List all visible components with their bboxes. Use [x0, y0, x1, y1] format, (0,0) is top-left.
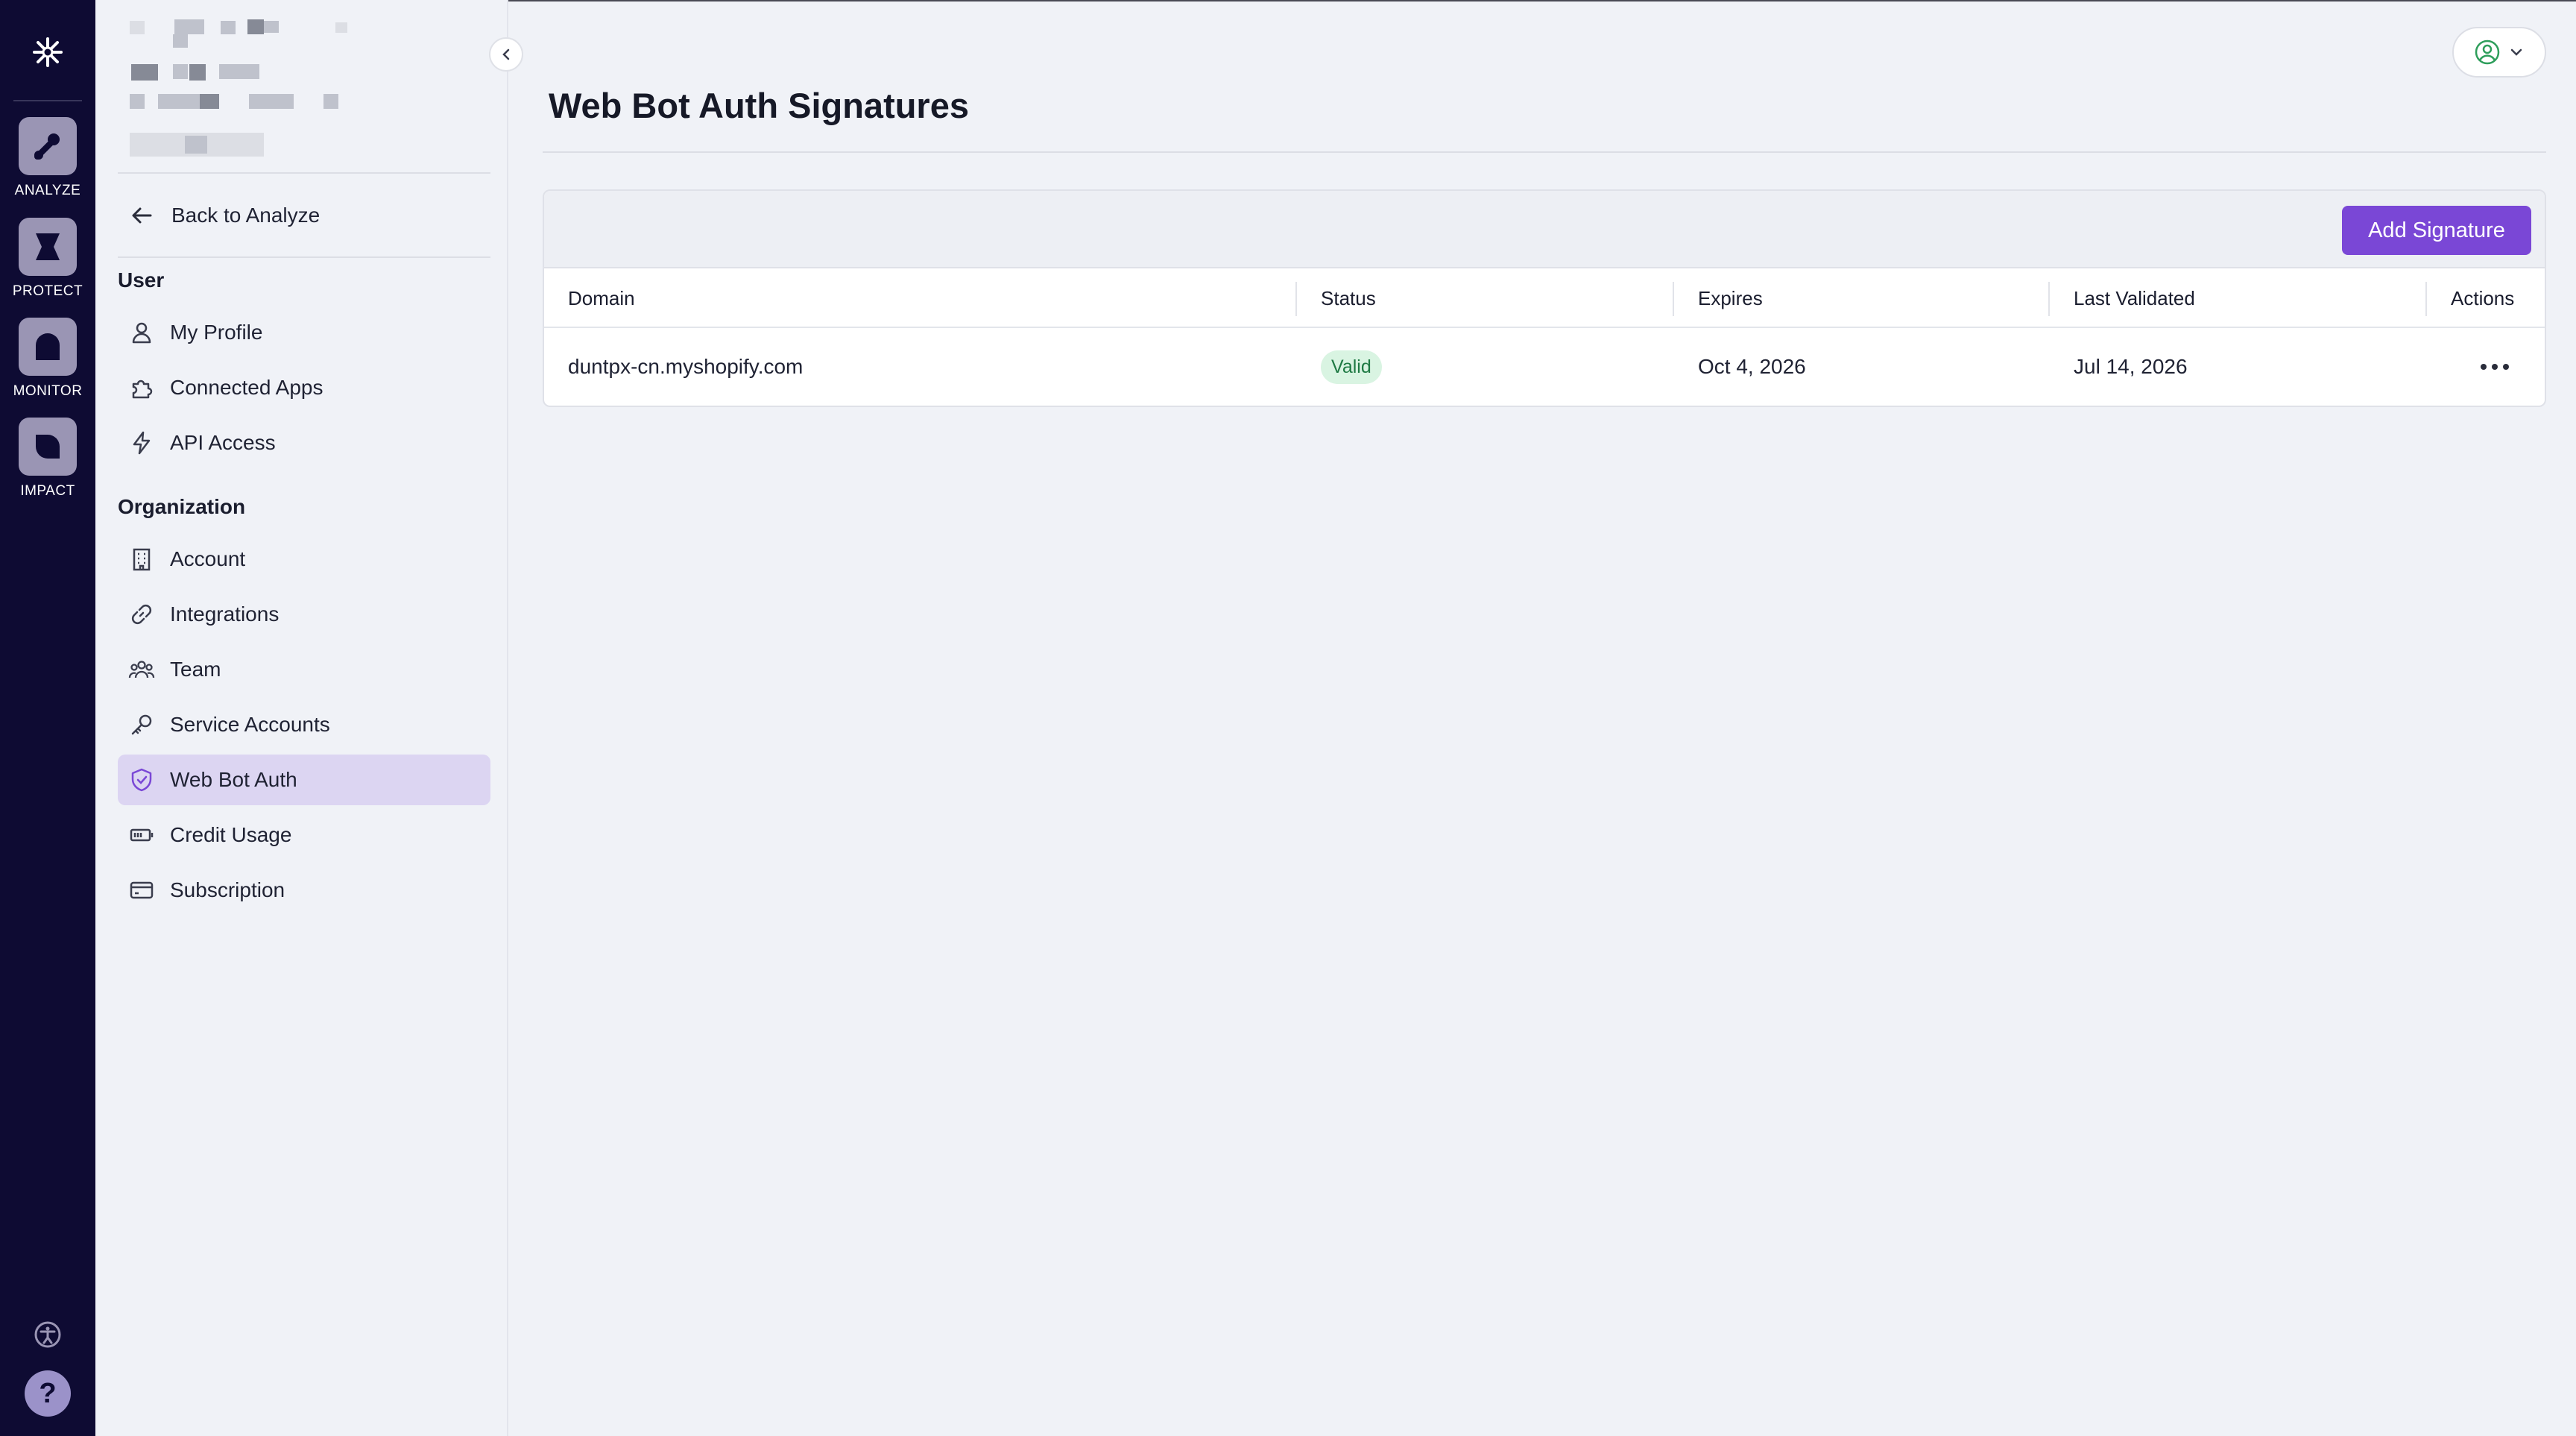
help-button[interactable]: ?	[25, 1370, 71, 1417]
sidebar-item-account[interactable]: Account	[118, 534, 490, 585]
key-icon	[128, 711, 155, 738]
sidebar-item-label: Web Bot Auth	[170, 768, 297, 791]
rail-item-analyze[interactable]: ANALYZE	[0, 117, 95, 214]
column-separator	[2425, 282, 2427, 316]
user-icon	[128, 319, 155, 346]
app-rail: ANALYZE PROTECT MONITOR IMPACT ?	[0, 0, 95, 1436]
column-header-last-validated[interactable]: Last Validated	[2074, 268, 2195, 328]
back-link-label: Back to Analyze	[171, 204, 321, 227]
card-icon	[128, 877, 155, 904]
arrow-left-icon	[132, 207, 152, 224]
table-row[interactable]: duntpx-cn.myshopify.com Valid Oct 4, 202…	[544, 328, 2545, 406]
signatures-table-card: Add Signature Domain Status Expires Last…	[543, 189, 2546, 407]
link-icon	[128, 601, 155, 628]
rail-label: MONITOR	[13, 383, 83, 399]
sidebar-item-label: Service Accounts	[170, 713, 330, 736]
section-title-user: User	[118, 268, 165, 292]
column-header-expires[interactable]: Expires	[1698, 268, 1763, 328]
collapse-sidebar-button[interactable]	[489, 37, 523, 72]
section-title-organization: Organization	[118, 495, 246, 518]
column-separator	[2048, 282, 2050, 316]
sidebar-item-api-access[interactable]: API Access	[118, 418, 490, 468]
rail-divider	[13, 100, 82, 101]
sidebar-item-subscription[interactable]: Subscription	[118, 865, 490, 916]
rail-item-monitor[interactable]: MONITOR	[0, 318, 95, 415]
sidebar-item-service-accounts[interactable]: Service Accounts	[118, 699, 490, 750]
sidebar-item-team[interactable]: Team	[118, 644, 490, 695]
rail-label: IMPACT	[20, 483, 75, 499]
sidebar-divider	[118, 256, 490, 258]
column-header-actions: Actions	[2451, 286, 2515, 309]
table-toolbar: Add Signature	[544, 191, 2545, 268]
chevron-down-icon	[2510, 48, 2522, 56]
column-header-status[interactable]: Status	[1321, 268, 1376, 328]
accessibility-icon[interactable]	[33, 1320, 63, 1350]
sidebar-item-connected-apps[interactable]: Connected Apps	[118, 362, 490, 413]
status-badge: Valid	[1321, 350, 1382, 384]
team-icon	[128, 656, 155, 683]
rail-label: ANALYZE	[14, 183, 81, 198]
more-horizontal-icon	[2481, 364, 2487, 370]
page-title: Web Bot Auth Signatures	[549, 86, 969, 125]
sidebar-item-label: Account	[170, 547, 246, 570]
battery-icon	[128, 822, 155, 848]
sidebar-item-my-profile[interactable]: My Profile	[118, 307, 490, 358]
sidebar-item-credit-usage[interactable]: Credit Usage	[118, 810, 490, 860]
sidebar-divider	[118, 172, 490, 174]
bolt-icon	[128, 429, 155, 456]
protect-icon	[19, 218, 77, 276]
top-border	[508, 0, 2576, 1]
sidebar-item-label: Subscription	[170, 878, 285, 901]
title-divider	[543, 151, 2546, 153]
cell-expires: Oct 4, 2026	[1698, 355, 1806, 378]
sidebar-item-label: API Access	[170, 431, 276, 454]
column-separator	[1295, 282, 1297, 316]
sidebar-item-label: Integrations	[170, 602, 280, 626]
back-to-analyze-link[interactable]: Back to Analyze	[118, 195, 490, 236]
column-separator	[1673, 282, 1674, 316]
rail-label: PROTECT	[12, 283, 83, 299]
cell-domain: duntpx-cn.myshopify.com	[568, 355, 804, 378]
rail-item-impact[interactable]: IMPACT	[0, 418, 95, 514]
brand-logo-icon[interactable]	[25, 30, 70, 75]
column-header-domain[interactable]: Domain	[568, 268, 635, 328]
sidebar-item-label: Credit Usage	[170, 823, 292, 846]
add-signature-button[interactable]: Add Signature	[2342, 206, 2531, 255]
puzzle-icon	[128, 374, 155, 401]
sidebar-item-label: Team	[170, 658, 221, 681]
sidebar-item-web-bot-auth[interactable]: Web Bot Auth	[118, 755, 490, 805]
impact-icon	[19, 418, 77, 476]
chevron-left-icon	[502, 48, 510, 60]
analyze-icon	[19, 117, 77, 175]
table-header: Domain Status Expires Last Validated Act…	[544, 268, 2545, 328]
rail-item-protect[interactable]: PROTECT	[0, 218, 95, 315]
user-menu-button[interactable]	[2452, 27, 2546, 78]
sidebar-item-label: My Profile	[170, 321, 263, 344]
building-icon	[128, 546, 155, 573]
row-actions-button[interactable]	[2481, 364, 2509, 370]
sidebar-item-label: Connected Apps	[170, 376, 323, 399]
shield-check-icon	[128, 766, 155, 793]
user-avatar-icon	[2475, 40, 2500, 65]
cell-last-validated: Jul 14, 2026	[2074, 355, 2188, 378]
monitor-icon	[19, 318, 77, 376]
sidebar-item-integrations[interactable]: Integrations	[118, 589, 490, 640]
